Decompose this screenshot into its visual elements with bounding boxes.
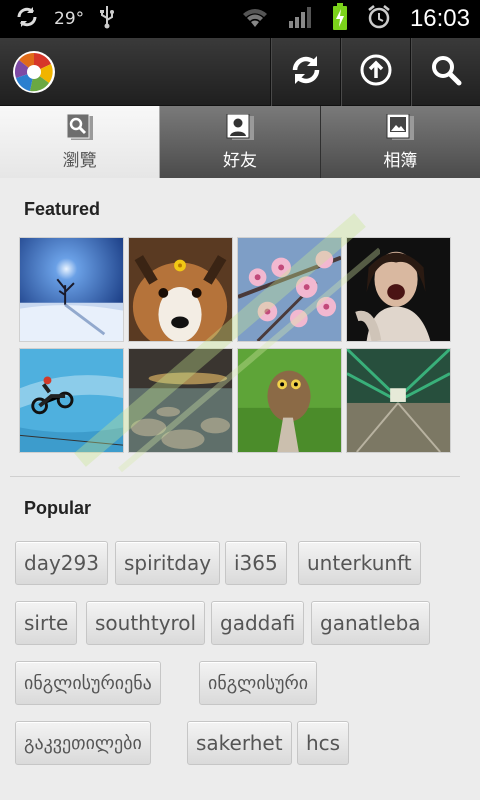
- tab-friends[interactable]: 好友: [160, 106, 321, 178]
- photo-snow-tree[interactable]: [19, 237, 124, 342]
- search-button[interactable]: [410, 38, 480, 106]
- albums-icon: [385, 113, 415, 142]
- sync-icon: [14, 4, 40, 34]
- section-divider: [10, 476, 460, 477]
- tag-spiritday[interactable]: spiritday: [115, 541, 221, 585]
- signal-icon: [288, 5, 314, 33]
- status-bar: 29° 16:03: [0, 0, 480, 38]
- photo-motocross-jump[interactable]: [19, 348, 124, 453]
- usb-icon: [98, 4, 116, 34]
- tag-sakerhet[interactable]: sakerhet: [187, 721, 292, 765]
- tab-albums-label: 相簿: [383, 150, 418, 171]
- tag-gakvetilebi[interactable]: გაკვეთილები: [15, 721, 151, 765]
- tag-i365[interactable]: i365: [225, 541, 287, 585]
- tag-inglisuri[interactable]: ინგლისური: [199, 661, 318, 705]
- tag-gaddafi[interactable]: gaddafi: [211, 601, 305, 645]
- photo-rocky-shore-sunset[interactable]: [128, 348, 233, 453]
- tab-albums[interactable]: 相簿: [320, 106, 480, 178]
- refresh-icon: [289, 53, 323, 91]
- wifi-icon: [240, 5, 270, 33]
- photo-dog-with-flower[interactable]: [128, 237, 233, 342]
- search-icon: [429, 53, 463, 91]
- tag-southtyrol[interactable]: southtyrol: [86, 601, 206, 645]
- popular-heading: Popular: [24, 498, 92, 518]
- photo-pink-blossoms[interactable]: [237, 237, 342, 342]
- tab-bar: 瀏覽 好友 相簿: [0, 106, 480, 178]
- tag-hcs[interactable]: hcs: [297, 721, 350, 765]
- photo-owl-on-stump[interactable]: [237, 348, 342, 453]
- upload-button[interactable]: [340, 38, 410, 106]
- tag-unterkunft[interactable]: unterkunft: [298, 541, 421, 585]
- battery-charging-icon: [332, 3, 348, 35]
- tab-friends-label: 好友: [222, 150, 257, 171]
- action-bar: [0, 38, 480, 106]
- featured-heading: Featured: [24, 199, 101, 219]
- tag-inglisurieana[interactable]: ინგლისურიენა: [15, 661, 161, 705]
- photo-laughing-woman[interactable]: [346, 237, 451, 342]
- refresh-button[interactable]: [270, 38, 340, 106]
- clock-text: 16:03: [409, 5, 470, 32]
- picasa-logo[interactable]: [12, 50, 56, 94]
- upload-icon: [359, 53, 393, 91]
- tag-ganatleba[interactable]: ganatleba: [311, 601, 430, 645]
- tag-sirte[interactable]: sirte: [15, 601, 78, 645]
- browse-icon: [65, 113, 95, 142]
- tab-browse[interactable]: 瀏覽: [0, 106, 161, 178]
- photo-green-bridge[interactable]: [346, 348, 451, 453]
- temperature-text: 29°: [54, 9, 85, 29]
- tag-day293[interactable]: day293: [15, 541, 108, 585]
- alarm-icon: [366, 4, 392, 34]
- friends-icon: [225, 113, 255, 142]
- tab-browse-label: 瀏覽: [62, 150, 97, 171]
